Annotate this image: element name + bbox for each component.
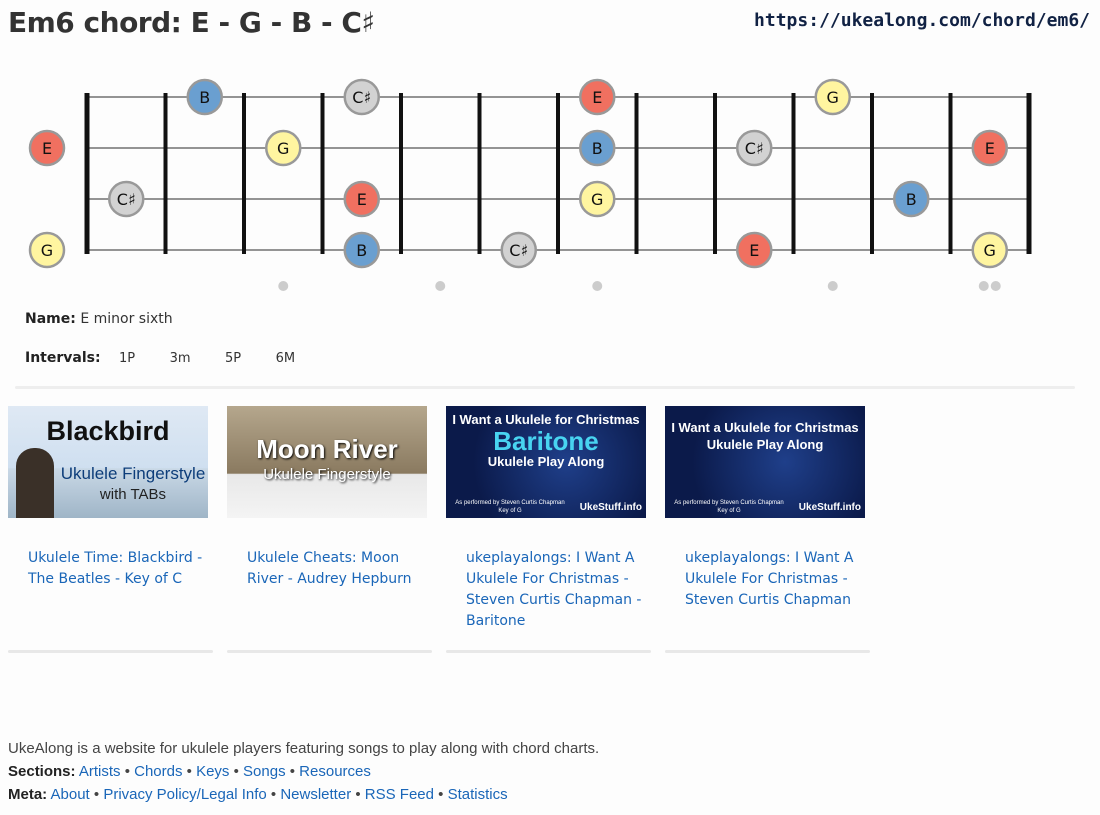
video-thumbnail[interactable]: I Want a Ukulele for Christmas Ukulele P… <box>665 406 865 518</box>
card-divider <box>227 650 432 653</box>
thumb-key: Key of G <box>498 508 522 514</box>
sections-label: Sections: <box>8 763 76 780</box>
note-label: C♯ <box>745 139 764 158</box>
interval-item: 1P <box>119 351 136 366</box>
footer-link-keys[interactable]: Keys <box>196 763 229 780</box>
card-divider <box>446 650 651 653</box>
thumb-title: I Want a Ukulele for Christmas <box>452 412 640 427</box>
video-thumbnail[interactable]: Moon River Ukulele Fingerstyle <box>227 406 427 518</box>
chord-name-label: Name: <box>25 311 76 327</box>
video-title-link[interactable]: Ukulele Time: Blackbird - The Beatles - … <box>8 548 208 590</box>
chord-name-value: E minor sixth <box>80 311 173 327</box>
note-label: G <box>984 241 996 260</box>
note-label: B <box>592 139 603 158</box>
fretboard-diagram: B C♯ E G E G B C♯ E C♯ E G B G B C♯ E G <box>28 78 1032 291</box>
note-label: G <box>277 139 289 158</box>
note-label: C♯ <box>509 241 528 260</box>
note-label: C♯ <box>352 88 371 107</box>
video-card: Blackbird Ukulele Fingerstyle with TABs … <box>8 406 208 590</box>
note-label: G <box>827 88 839 107</box>
thumb-caption: Ukulele Play Along <box>706 437 824 452</box>
section-divider <box>15 386 1075 389</box>
note-label: G <box>41 241 53 260</box>
footer-sections: Sections: Artists • Chords • Keys • Song… <box>8 763 371 780</box>
footer-link-privacy[interactable]: Privacy Policy/Legal Info <box>103 786 266 803</box>
thumb-brand: UkeStuff.info <box>579 502 642 513</box>
footer-link-artists[interactable]: Artists <box>79 763 121 780</box>
fret-marker-dot <box>827 281 838 291</box>
footer-link-songs[interactable]: Songs <box>243 763 286 780</box>
thumb-subtitle: Ukulele Fingerstyle <box>263 466 391 483</box>
note-label: G <box>591 190 603 209</box>
note-label: E <box>592 88 602 107</box>
fret-marker-dot <box>435 281 446 291</box>
footer-link-newsletter[interactable]: Newsletter <box>280 786 351 803</box>
fret-marker-dot <box>990 281 1001 291</box>
video-thumbnail[interactable]: Blackbird Ukulele Fingerstyle with TABs <box>8 406 208 518</box>
video-thumbnail[interactable]: I Want a Ukulele for Christmas Baritone … <box>446 406 646 518</box>
interval-item: 5P <box>225 351 242 366</box>
footer-link-statistics[interactable]: Statistics <box>448 786 508 803</box>
thumb-caption: with TABs <box>99 486 167 503</box>
fret-marker-dot <box>278 281 289 291</box>
note-label: E <box>985 139 995 158</box>
thumb-caption: Ukulele Play Along <box>487 454 605 469</box>
thumb-title: Moon River <box>256 434 398 464</box>
note-label: B <box>906 190 917 209</box>
footer-link-chords[interactable]: Chords <box>134 763 182 780</box>
footer-tagline: UkeAlong is a website for ukulele player… <box>8 740 600 757</box>
thumb-title: Blackbird <box>46 416 170 446</box>
player-figure <box>16 448 54 518</box>
footer-link-rss[interactable]: RSS Feed <box>365 786 434 803</box>
chord-intervals-row: Intervals: 1P 3m 5P 6M <box>25 350 295 366</box>
thumb-title: I Want a Ukulele for Christmas <box>671 420 859 435</box>
video-card: Moon River Ukulele Fingerstyle Ukulele C… <box>227 406 427 590</box>
card-divider <box>8 650 213 653</box>
thumb-subtitle: Ukulele Fingerstyle <box>60 464 206 483</box>
fret-marker-dot <box>978 281 989 291</box>
footer-link-about[interactable]: About <box>51 786 90 803</box>
meta-label: Meta: <box>8 786 48 803</box>
thumb-key: Key of G <box>717 508 741 514</box>
note-label: E <box>357 190 367 209</box>
video-title-link[interactable]: ukeplayalongs: I Want A Ukulele For Chri… <box>665 548 865 611</box>
note-label: C♯ <box>117 190 136 209</box>
footer-link-resources[interactable]: Resources <box>299 763 371 780</box>
note-label: B <box>199 88 210 107</box>
interval-item: 3m <box>169 351 191 366</box>
note-label: E <box>42 139 52 158</box>
video-card: I Want a Ukulele for Christmas Ukulele P… <box>665 406 865 611</box>
intervals-label: Intervals: <box>25 350 101 366</box>
card-divider <box>665 650 870 653</box>
thumb-credit: As performed by Steven Curtis Chapman <box>674 500 784 506</box>
interval-item: 6M <box>275 351 296 366</box>
video-card: I Want a Ukulele for Christmas Baritone … <box>446 406 646 632</box>
footer-meta: Meta: About • Privacy Policy/Legal Info … <box>8 786 508 803</box>
thumb-credit: As performed by Steven Curtis Chapman <box>455 500 565 506</box>
chord-name-row: Name: E minor sixth <box>25 311 173 327</box>
video-title-link[interactable]: ukeplayalongs: I Want A Ukulele For Chri… <box>446 548 646 632</box>
video-title-link[interactable]: Ukulele Cheats: Moon River - Audrey Hepb… <box>227 548 427 590</box>
fret-marker-dot <box>592 281 603 291</box>
note-label: B <box>356 241 367 260</box>
thumb-brand: UkeStuff.info <box>798 502 861 513</box>
note-label: E <box>749 241 759 260</box>
thumb-subtitle: Baritone <box>493 426 599 456</box>
